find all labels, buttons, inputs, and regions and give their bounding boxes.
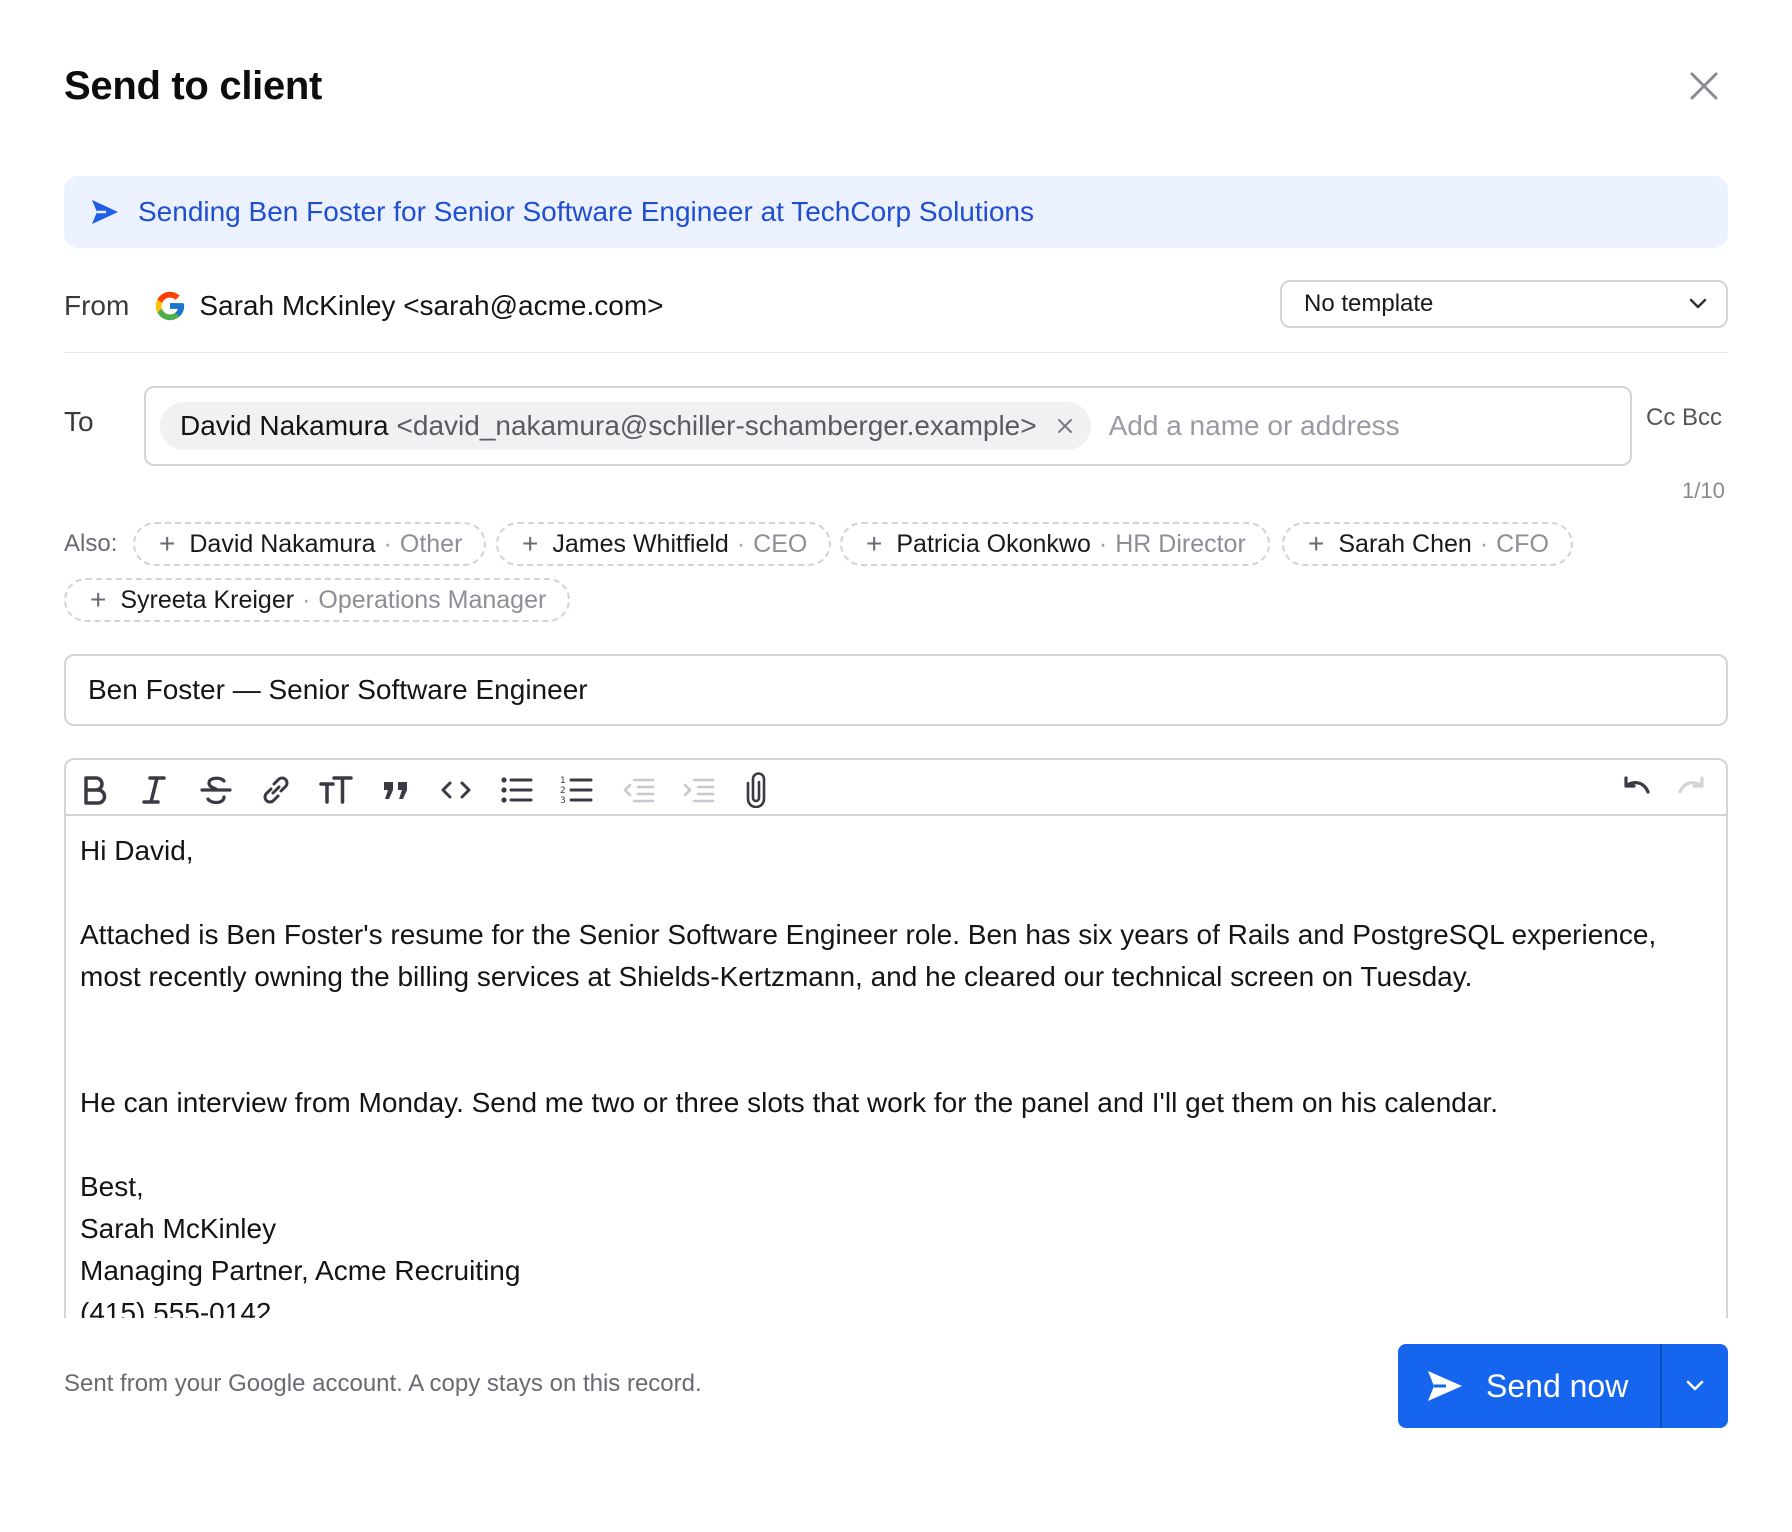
google-icon [156, 291, 185, 321]
svg-text:2: 2 [560, 786, 566, 796]
plus-icon: + [90, 584, 107, 615]
footer-note: Sent from your Google account. A copy st… [64, 1370, 702, 1397]
remove-recipient-icon[interactable] [1055, 416, 1075, 436]
subject-input[interactable] [88, 674, 1688, 706]
recipient-count: 1/10 [1682, 478, 1725, 503]
editor-toolbar: 123 [66, 760, 1726, 816]
to-field[interactable]: David Nakamura <david_nakamura@schiller-… [144, 386, 1632, 466]
cc-bcc-toggle[interactable]: Cc Bcc [1646, 404, 1722, 432]
suggestion-chip[interactable]: + Syreeta Kreiger · Operations Manager [64, 578, 571, 622]
suggestion-role: Other [399, 529, 463, 558]
suggestion-name: Sarah Chen [1338, 529, 1472, 558]
svg-text:3: 3 [560, 796, 566, 806]
send-icon [92, 200, 118, 224]
sender-address: Sarah McKinley <sarah@acme.com> [199, 290, 664, 321]
separator-dot: · [302, 585, 311, 614]
to-label: To [64, 406, 94, 437]
separator-dot: · [736, 529, 746, 558]
message-body[interactable]: Hi David, Attached is Ben Foster's resum… [66, 816, 1726, 1318]
indent-icon[interactable] [678, 770, 718, 810]
quote-icon[interactable] [376, 770, 416, 810]
svg-text:1: 1 [560, 776, 566, 786]
greeting-line: Hi David, [80, 835, 194, 866]
recipient-chip[interactable]: David Nakamura <david_nakamura@schiller-… [160, 402, 1091, 450]
undo-icon[interactable] [1614, 770, 1654, 810]
recipient-input[interactable] [1108, 410, 1529, 442]
send-button-group: Send now [1398, 1344, 1728, 1428]
subject-field[interactable] [64, 654, 1728, 726]
italic-icon[interactable] [134, 770, 174, 810]
suggestion-role: CEO [753, 529, 808, 558]
plus-icon: + [1308, 528, 1325, 559]
suggestion-role: CFO [1496, 529, 1549, 558]
suggestion-role: Operations Manager [318, 585, 547, 614]
numbered-list-icon[interactable]: 123 [556, 770, 596, 810]
chevron-down-icon [1686, 1380, 1704, 1391]
send-icon [1428, 1371, 1462, 1401]
bold-icon[interactable] [74, 770, 114, 810]
template-select[interactable]: No template [1280, 280, 1728, 328]
suggestion-name: James Whitfield [552, 529, 729, 558]
strikethrough-icon[interactable] [196, 770, 236, 810]
link-icon[interactable] [256, 770, 296, 810]
divider [64, 352, 1728, 353]
suggestion-chip[interactable]: + Sarah Chen · CFO [1282, 522, 1573, 566]
suggestion-name: Patricia Okonkwo [896, 529, 1091, 558]
signature-name: Sarah McKinley [80, 1213, 277, 1244]
message-editor[interactable]: 123 Hi David, Attached is Ben Foster's r… [64, 758, 1728, 1318]
template-value: No template [1304, 290, 1434, 317]
context-banner: Sending Ben Foster for Senior Software E… [64, 176, 1728, 248]
separator-dot: · [1098, 529, 1108, 558]
signature-title: Managing Partner, Acme Recruiting [80, 1255, 521, 1286]
plus-icon: + [866, 528, 883, 559]
send-now-label: Send now [1486, 1367, 1629, 1404]
recipient-email: <david_nakamura@schiller-schamberger.exa… [396, 410, 1037, 441]
signature-phone: (415) 555-0142 [80, 1297, 272, 1318]
send-options-dropdown[interactable] [1662, 1344, 1728, 1428]
suggestion-role: HR Director [1115, 529, 1246, 558]
attach-icon[interactable] [736, 770, 776, 810]
suggestion-name: Syreeta Kreiger [120, 585, 295, 614]
separator-dot: · [383, 529, 392, 558]
paragraph-line: most recently owning the billing service… [80, 961, 1473, 992]
also-label: Also: [64, 530, 118, 557]
suggestion-chip[interactable]: + David Nakamura · Other [133, 522, 487, 566]
heading-icon[interactable] [316, 770, 356, 810]
from-label: From [64, 290, 130, 321]
banner-text: Sending Ben Foster for Senior Software E… [138, 196, 1034, 227]
redo-icon[interactable] [1674, 770, 1714, 810]
chevron-down-icon [1689, 298, 1707, 309]
suggestion-chip[interactable]: + Patricia Okonkwo · HR Director [840, 522, 1270, 566]
plus-icon: + [159, 528, 176, 559]
signoff-line: Best, [80, 1171, 144, 1202]
send-to-client-dialog: Send to client Sending Ben Foster for Se… [0, 0, 1792, 1532]
bullet-list-icon[interactable] [496, 770, 536, 810]
suggestion-chip[interactable]: + James Whitfield · CEO [496, 522, 832, 566]
recipient-name: David Nakamura [180, 410, 389, 441]
dialog-title: Send to client [64, 64, 323, 108]
code-icon[interactable] [436, 770, 476, 810]
paragraph-line: Attached is Ben Foster's resume for the … [80, 919, 1657, 950]
send-now-button[interactable]: Send now [1398, 1344, 1660, 1428]
plus-icon: + [522, 528, 539, 559]
paragraph-line: He can interview from Monday. Send me tw… [80, 1087, 1498, 1118]
close-icon[interactable] [1684, 66, 1724, 106]
outdent-icon[interactable] [618, 770, 658, 810]
separator-dot: · [1479, 529, 1489, 558]
suggestion-name: David Nakamura [189, 529, 376, 558]
